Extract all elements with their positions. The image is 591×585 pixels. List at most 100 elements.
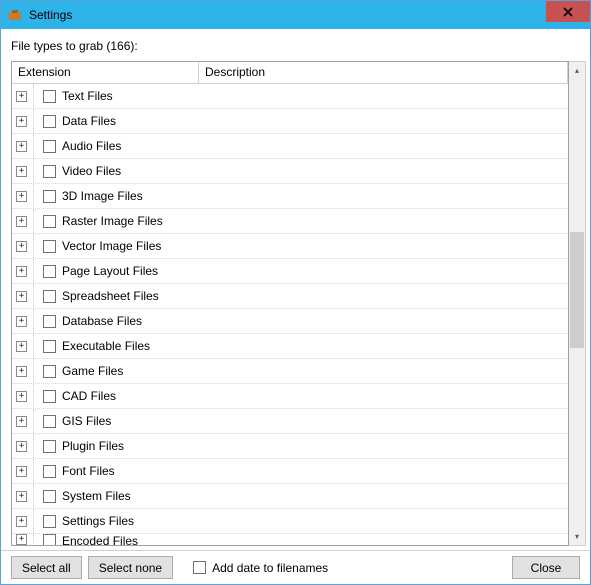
row-label: Raster Image Files <box>62 214 163 228</box>
tree-line <box>33 384 41 408</box>
expand-icon[interactable]: + <box>16 391 27 402</box>
row-checkbox[interactable] <box>43 515 56 528</box>
tree-row[interactable]: +Text Files <box>12 84 568 109</box>
row-checkbox[interactable] <box>43 140 56 153</box>
row-label: Game Files <box>62 364 123 378</box>
tree-row[interactable]: +3D Image Files <box>12 184 568 209</box>
row-label: Spreadsheet Files <box>62 289 159 303</box>
tree-line <box>33 434 41 458</box>
expand-icon[interactable]: + <box>16 141 27 152</box>
row-checkbox[interactable] <box>43 534 56 545</box>
tree-row[interactable]: +Plugin Files <box>12 434 568 459</box>
row-checkbox[interactable] <box>43 340 56 353</box>
expand-icon[interactable]: + <box>16 466 27 477</box>
row-checkbox[interactable] <box>43 440 56 453</box>
row-label: Vector Image Files <box>62 239 161 253</box>
tree-row[interactable]: + Settings Files <box>12 509 568 534</box>
row-checkbox[interactable] <box>43 90 56 103</box>
row-label: System Files <box>62 489 131 503</box>
tree-row[interactable]: + Database Files <box>12 309 568 334</box>
tree-row[interactable]: +Font Files <box>12 459 568 484</box>
row-checkbox[interactable] <box>43 365 56 378</box>
tree-row[interactable]: + Data Files <box>12 109 568 134</box>
tree-row[interactable]: +Video Files <box>12 159 568 184</box>
tree-row[interactable]: + Spreadsheet Files <box>12 284 568 309</box>
add-date-option[interactable]: Add date to filenames <box>193 561 328 575</box>
column-header-description[interactable]: Description <box>199 62 568 83</box>
expand-icon[interactable]: + <box>16 416 27 427</box>
row-checkbox[interactable] <box>43 415 56 428</box>
row-label: GIS Files <box>62 414 111 428</box>
row-label: Encoded Files <box>62 534 138 545</box>
tree-row[interactable]: + Vector Image Files <box>12 234 568 259</box>
row-checkbox[interactable] <box>43 115 56 128</box>
add-date-checkbox[interactable] <box>193 561 206 574</box>
expand-icon[interactable]: + <box>16 341 27 352</box>
row-checkbox[interactable] <box>43 390 56 403</box>
row-label: Data Files <box>62 114 116 128</box>
expand-icon[interactable]: + <box>16 216 27 227</box>
window-body: File types to grab (166): Extension Desc… <box>1 29 590 584</box>
settings-window: Settings File types to grab (166): Exten… <box>0 0 591 585</box>
scroll-thumb[interactable] <box>570 232 584 349</box>
scroll-up-button[interactable]: ▴ <box>569 62 585 79</box>
tree-line <box>33 534 41 545</box>
tree-row[interactable]: + System Files <box>12 484 568 509</box>
expand-icon[interactable]: + <box>16 291 27 302</box>
tree-line <box>33 134 41 158</box>
grid-header: Extension Description <box>12 62 568 84</box>
tree-line <box>33 359 41 383</box>
tree-row[interactable]: + Game Files <box>12 359 568 384</box>
row-checkbox[interactable] <box>43 190 56 203</box>
row-label: Database Files <box>62 314 142 328</box>
expand-icon[interactable]: + <box>16 516 27 527</box>
tree-row[interactable]: +Executable Files <box>12 334 568 359</box>
tree-line <box>33 409 41 433</box>
expand-icon[interactable]: + <box>16 166 27 177</box>
row-checkbox[interactable] <box>43 315 56 328</box>
expand-icon[interactable]: + <box>16 241 27 252</box>
add-date-label: Add date to filenames <box>212 561 328 575</box>
row-label: Settings Files <box>62 514 134 528</box>
expand-icon[interactable]: + <box>16 441 27 452</box>
expand-icon[interactable]: + <box>16 91 27 102</box>
close-icon <box>563 7 573 17</box>
close-button[interactable]: Close <box>512 556 580 579</box>
grid-body: +Text Files+Data Files+Audio Files+Video… <box>12 84 568 545</box>
scroll-down-button[interactable]: ▾ <box>569 528 585 545</box>
vertical-scrollbar[interactable]: ▴ ▾ <box>569 61 586 546</box>
tree-row[interactable]: + GIS Files <box>12 409 568 434</box>
tree-row[interactable]: + Raster Image Files <box>12 209 568 234</box>
row-checkbox[interactable] <box>43 465 56 478</box>
tree-line <box>33 184 41 208</box>
select-none-button[interactable]: Select none <box>88 556 173 579</box>
window-title: Settings <box>29 8 72 22</box>
row-checkbox[interactable] <box>43 290 56 303</box>
select-all-button[interactable]: Select all <box>11 556 82 579</box>
tree-row[interactable]: + Page Layout Files <box>12 259 568 284</box>
expand-icon[interactable]: + <box>16 366 27 377</box>
tree-line <box>33 84 41 108</box>
row-checkbox[interactable] <box>43 215 56 228</box>
row-checkbox[interactable] <box>43 165 56 178</box>
tree-row[interactable]: + Audio Files <box>12 134 568 159</box>
row-label: Page Layout Files <box>62 264 158 278</box>
row-checkbox[interactable] <box>43 490 56 503</box>
row-checkbox[interactable] <box>43 240 56 253</box>
scroll-track[interactable] <box>569 79 585 528</box>
row-checkbox[interactable] <box>43 265 56 278</box>
tree-row[interactable]: + Encoded Files <box>12 534 568 545</box>
row-label: Audio Files <box>62 139 121 153</box>
titlebar: Settings <box>1 1 590 29</box>
expand-icon[interactable]: + <box>16 491 27 502</box>
tree-line <box>33 259 41 283</box>
tree-line <box>33 234 41 258</box>
expand-icon[interactable]: + <box>16 316 27 327</box>
expand-icon[interactable]: + <box>16 116 27 127</box>
expand-icon[interactable]: + <box>16 534 27 545</box>
tree-row[interactable]: +CAD Files <box>12 384 568 409</box>
expand-icon[interactable]: + <box>16 191 27 202</box>
column-header-extension[interactable]: Extension <box>12 62 199 83</box>
window-close-button[interactable] <box>546 1 590 22</box>
expand-icon[interactable]: + <box>16 266 27 277</box>
